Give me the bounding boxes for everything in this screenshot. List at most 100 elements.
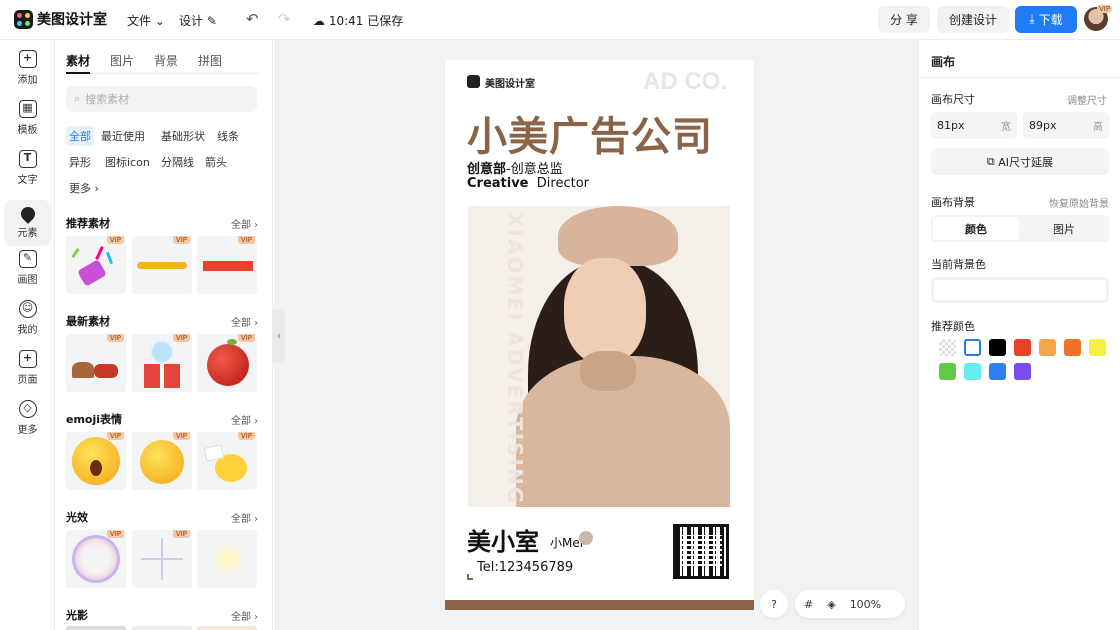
nav-more[interactable]: ◇ 更多 bbox=[0, 395, 55, 441]
gift-snowglobe-thumbnail[interactable]: VIP bbox=[132, 334, 192, 392]
canvas-settings-panel: 画布 画布尺寸 调整尺寸 81px 宽 89px 高 ⧉ AI尺寸延展 画布背景 恢… bbox=[918, 40, 1120, 630]
color-swatch[interactable] bbox=[1039, 339, 1056, 356]
thinking-emoji-thumbnail[interactable]: VIP bbox=[132, 432, 192, 490]
logo-mark-icon bbox=[14, 9, 33, 29]
nav-draw[interactable]: ✎ 画图 bbox=[0, 245, 55, 291]
vip-badge: VIP bbox=[106, 236, 124, 244]
save-status: ☁ 10:41 已保存 bbox=[313, 14, 404, 28]
shadow-thumbnail[interactable] bbox=[132, 626, 192, 630]
width-input[interactable]: 81px 宽 bbox=[931, 112, 1017, 139]
chip-recent[interactable]: 最近使用 bbox=[98, 126, 148, 146]
vip-badge: VIP bbox=[237, 334, 255, 342]
shadow-thumbnail[interactable] bbox=[66, 626, 126, 630]
nav-mine[interactable]: ☺ 我的 bbox=[0, 295, 55, 341]
recommend-colors-label: 推荐颜色 bbox=[931, 320, 975, 333]
see-all-link[interactable]: 全部 › bbox=[231, 608, 258, 623]
person-name-cn: 美小室 bbox=[467, 528, 539, 556]
chip-basic-shapes[interactable]: 基础形状 bbox=[158, 126, 208, 146]
nav-pages[interactable]: + 页面 bbox=[0, 345, 55, 391]
file-menu[interactable]: 文件 ⌄ bbox=[127, 12, 165, 29]
chip-dividers[interactable]: 分隔线 bbox=[158, 152, 197, 172]
chevron-down-icon: ⌄ bbox=[154, 14, 165, 28]
vip-badge: VIP bbox=[106, 530, 124, 538]
qr-code bbox=[673, 524, 729, 579]
vertical-watermark: XIAOMEI ADVERTISING bbox=[503, 212, 527, 506]
resize-link[interactable]: 调整尺寸 bbox=[1067, 92, 1107, 107]
color-swatch[interactable] bbox=[1089, 339, 1106, 356]
create-design-button[interactable]: 创建设计 bbox=[937, 6, 1009, 33]
shadow-thumbnail[interactable] bbox=[197, 626, 257, 630]
vip-badge: VIP bbox=[1097, 5, 1113, 13]
color-swatch[interactable] bbox=[939, 339, 956, 356]
color-swatch[interactable] bbox=[1064, 339, 1081, 356]
star-sparkle-thumbnail[interactable]: VIP bbox=[132, 530, 192, 588]
current-bg-color[interactable] bbox=[931, 277, 1109, 303]
ai-extend-button[interactable]: ⧉ AI尺寸延展 bbox=[931, 148, 1109, 175]
color-swatch[interactable] bbox=[989, 339, 1006, 356]
tab-image[interactable]: 图片 bbox=[110, 52, 134, 74]
panel-title: 画布 bbox=[931, 55, 956, 69]
nav-text[interactable]: T 文字 bbox=[0, 145, 55, 191]
page-add-icon: + bbox=[18, 350, 37, 368]
circle-decoration bbox=[579, 531, 593, 545]
chip-all[interactable]: 全部 bbox=[66, 126, 94, 146]
color-swatch[interactable] bbox=[964, 339, 981, 356]
nav-elements[interactable]: 元素 bbox=[4, 200, 51, 246]
design-menu[interactable]: 设计 ✎ bbox=[179, 12, 217, 29]
department-en: Creative Director bbox=[467, 176, 590, 191]
chick-emoji-thumbnail[interactable]: VIP bbox=[197, 432, 257, 490]
color-swatch[interactable] bbox=[1014, 363, 1031, 380]
tab-collage[interactable]: 拼图 bbox=[198, 52, 222, 74]
section-title: 光影 bbox=[66, 609, 88, 622]
see-all-link[interactable]: 全部 › bbox=[231, 216, 258, 231]
height-input[interactable]: 89px 高 bbox=[1023, 112, 1109, 139]
section-title: emoji表情 bbox=[66, 413, 123, 426]
vip-badge: VIP bbox=[172, 432, 190, 440]
shocked-emoji-thumbnail[interactable]: VIP bbox=[66, 432, 126, 490]
left-nav: + 添加 ▦ 模板 T 文字 元素 ✎ 画图 ☺ 我的 + 页面 ◇ 更多 bbox=[0, 40, 55, 630]
party-popper-thumbnail[interactable]: VIP bbox=[66, 236, 126, 294]
color-swatch[interactable] bbox=[939, 363, 956, 380]
view-toolbar: # ◈ 100% bbox=[795, 590, 905, 618]
chip-more[interactable]: 更多 › bbox=[66, 178, 102, 198]
bg-tab-image[interactable]: 图片 bbox=[1021, 217, 1107, 240]
cloud-icon: ☁ bbox=[313, 14, 325, 28]
nav-add[interactable]: + 添加 bbox=[0, 45, 55, 91]
chip-arrows[interactable]: 箭头 bbox=[202, 152, 230, 172]
brush-stroke-thumbnail[interactable]: VIP bbox=[132, 236, 192, 294]
sleigh-thumbnail[interactable]: VIP bbox=[66, 334, 126, 392]
light-flare-thumbnail[interactable] bbox=[197, 530, 257, 588]
chip-lines[interactable]: 线条 bbox=[214, 126, 242, 146]
zoom-level[interactable]: 100% bbox=[850, 598, 881, 611]
bg-tab-color[interactable]: 颜色 bbox=[933, 217, 1019, 240]
restore-bg-link[interactable]: 恢复原始背景 bbox=[1049, 195, 1109, 210]
chip-irregular[interactable]: 异形 bbox=[66, 152, 94, 172]
collapse-panel-icon[interactable]: ‹ bbox=[273, 309, 285, 363]
search-input[interactable]: ⌕ 搜索素材 bbox=[66, 86, 257, 112]
tab-material[interactable]: 素材 bbox=[66, 52, 91, 74]
undo-icon[interactable]: ↶ bbox=[246, 10, 259, 28]
redo-icon[interactable]: ↷ bbox=[278, 10, 291, 28]
business-card-canvas[interactable]: 美图设计室 AD CO. 小美广告公司 创意部-创意总监 Creative Di… bbox=[445, 60, 754, 610]
see-all-link[interactable]: 全部 › bbox=[231, 412, 258, 427]
bubble-glow-thumbnail[interactable]: VIP bbox=[66, 530, 126, 588]
nav-templates[interactable]: ▦ 模板 bbox=[0, 95, 55, 141]
vip-badge: VIP bbox=[237, 432, 255, 440]
grid-icon[interactable]: # bbox=[804, 598, 813, 611]
see-all-link[interactable]: 全部 › bbox=[231, 510, 258, 525]
share-button[interactable]: 分 享 bbox=[878, 6, 930, 33]
material-panel: 素材 图片 背景 拼图 ⌕ 搜索素材 全部 最近使用 基础形状 线条 异形 图标i… bbox=[55, 40, 273, 630]
color-swatch[interactable] bbox=[1014, 339, 1031, 356]
section-title: 光效 bbox=[66, 511, 88, 524]
app-logo[interactable]: 美图设计室 bbox=[14, 9, 107, 29]
color-swatch[interactable] bbox=[989, 363, 1006, 380]
download-button[interactable]: ⤓ 下载 bbox=[1015, 6, 1077, 33]
red-apple-thumbnail[interactable]: VIP bbox=[197, 334, 257, 392]
red-bar-thumbnail[interactable]: VIP bbox=[197, 236, 257, 294]
help-button[interactable]: ? bbox=[760, 590, 788, 618]
see-all-link[interactable]: 全部 › bbox=[231, 314, 258, 329]
chip-icons[interactable]: 图标icon bbox=[102, 152, 153, 172]
color-swatch[interactable] bbox=[964, 363, 981, 380]
tab-background[interactable]: 背景 bbox=[154, 52, 178, 74]
layers-icon[interactable]: ◈ bbox=[827, 598, 835, 611]
